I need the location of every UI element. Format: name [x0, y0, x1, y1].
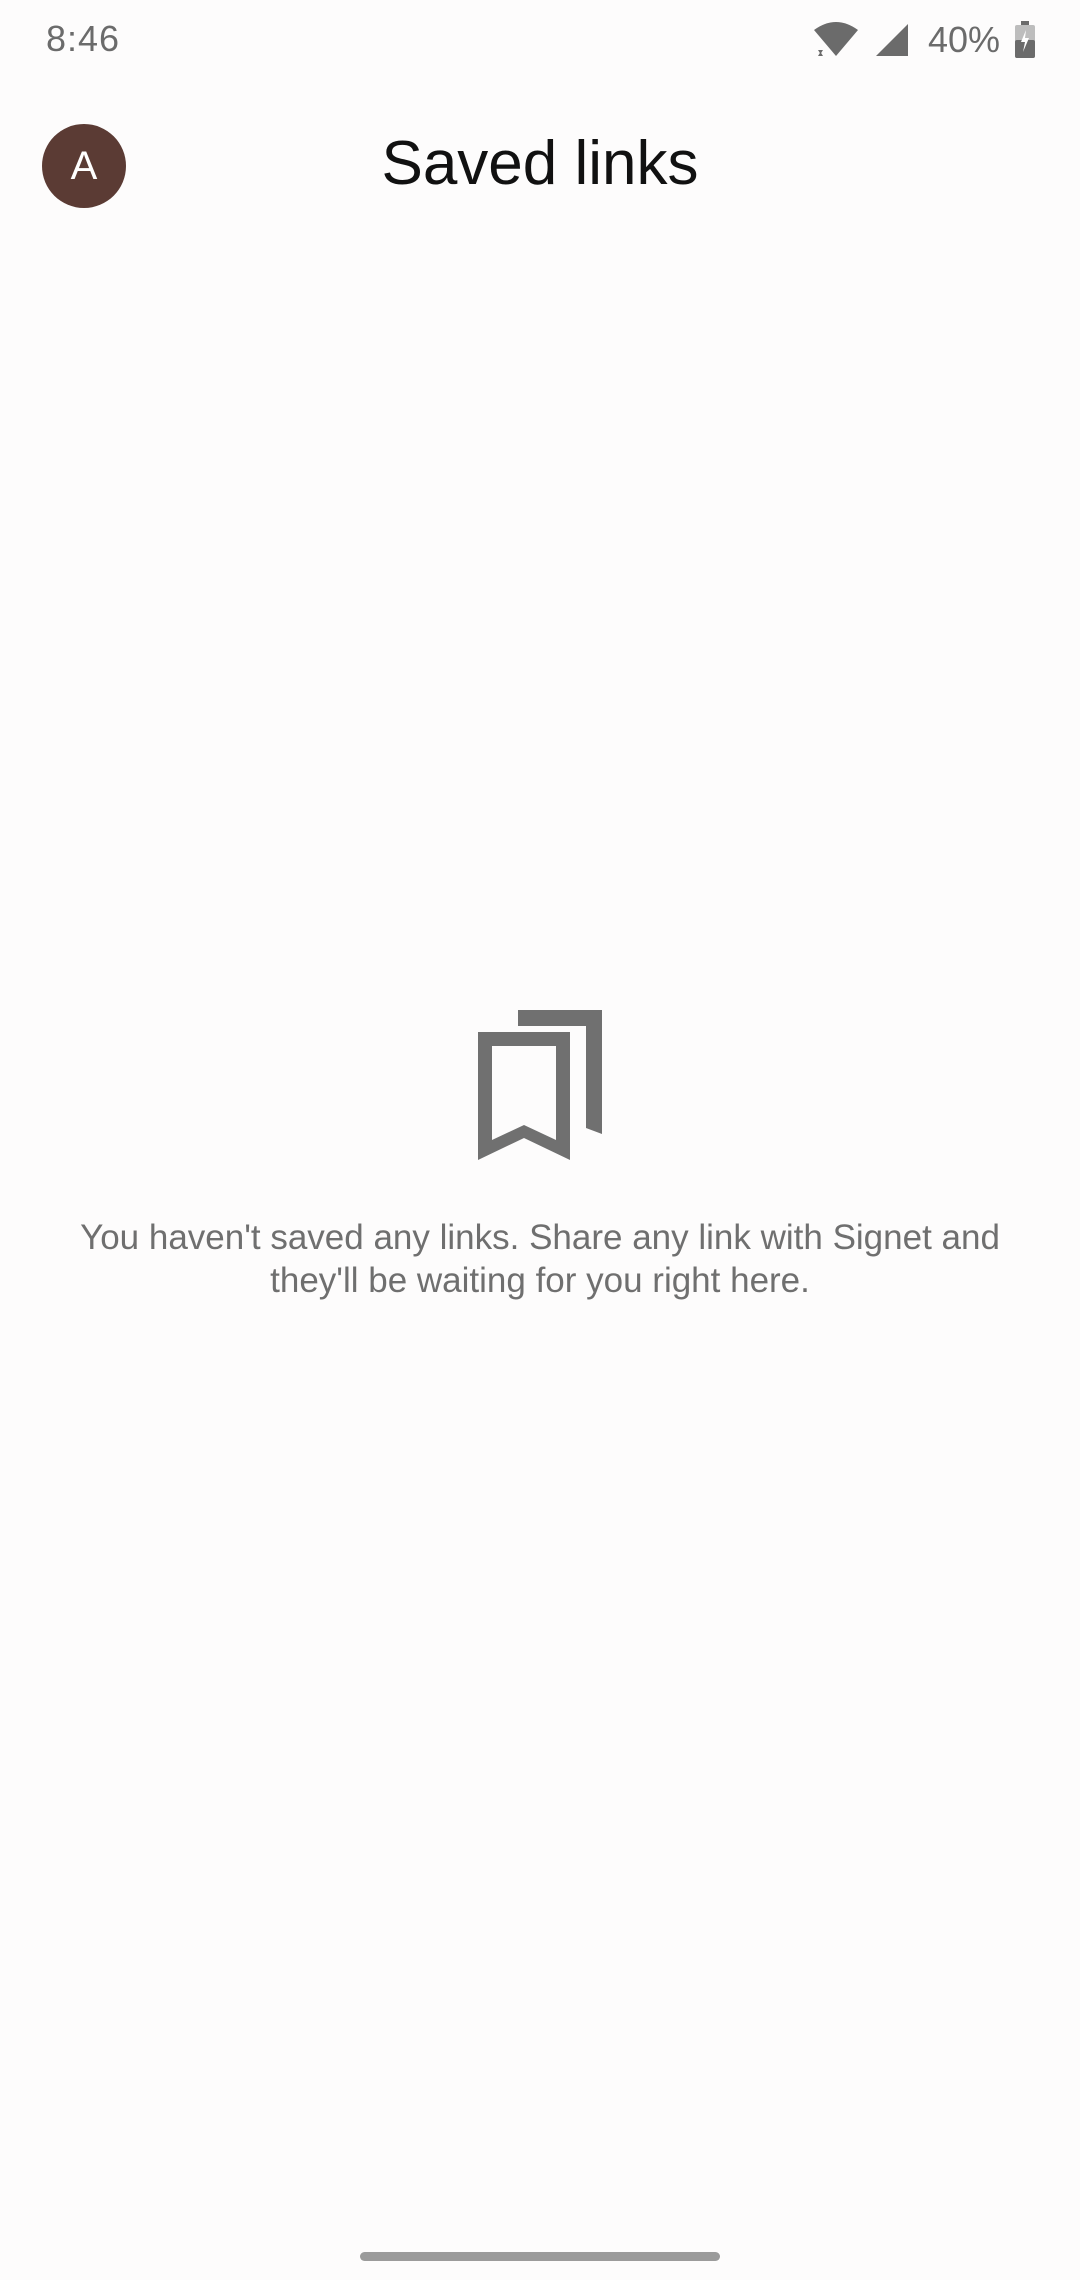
app-header: A Saved links — [0, 100, 1080, 230]
page-title: Saved links — [381, 129, 699, 198]
bookmarks-icon — [478, 1010, 602, 1160]
status-bar: 8:46 40% — [0, 0, 1080, 80]
empty-state: You haven't saved any links. Share any l… — [0, 1010, 1080, 1302]
battery-percentage: 40% — [927, 19, 1000, 60]
status-time: 8:46 — [46, 18, 121, 59]
cellular-signal-icon — [875, 24, 908, 56]
wifi-icon — [813, 22, 858, 56]
battery-charging-icon — [1015, 21, 1035, 58]
app-screen: 8:46 40% A Saved links You haven't saved… — [0, 0, 1080, 2280]
empty-state-message: You haven't saved any links. Share any l… — [80, 1218, 1000, 1300]
gesture-navigation-bar[interactable] — [360, 2252, 720, 2261]
status-icons: 40% — [812, 18, 1036, 62]
